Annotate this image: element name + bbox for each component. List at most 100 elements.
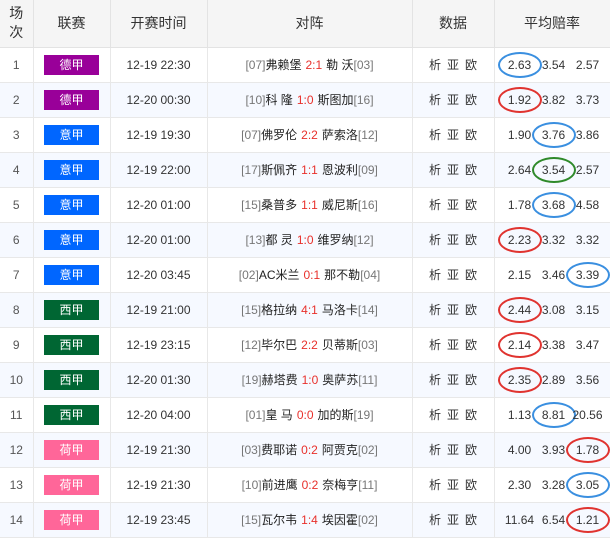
away-team[interactable]: 奈梅亨 (322, 478, 358, 492)
home-team[interactable]: 桑普多 (261, 198, 297, 212)
match-score[interactable]: 2:2 (301, 338, 318, 352)
home-team[interactable]: 都 灵 (265, 233, 292, 247)
away-team[interactable]: 奥萨苏 (322, 373, 358, 387)
away-team[interactable]: 加的斯 (318, 408, 354, 422)
league-badge[interactable]: 意甲 (44, 229, 99, 250)
asian-odds-link[interactable]: 亚 (447, 268, 459, 282)
asian-odds-link[interactable]: 亚 (447, 163, 459, 177)
euro-odds-link[interactable]: 欧 (465, 268, 477, 282)
euro-odds-link[interactable]: 欧 (465, 233, 477, 247)
asian-odds-link[interactable]: 亚 (447, 408, 459, 422)
home-team[interactable]: 科 隆 (265, 93, 292, 107)
analysis-link[interactable]: 析 (429, 373, 441, 387)
match-score[interactable]: 1:0 (302, 373, 319, 387)
euro-odds-link[interactable]: 欧 (465, 373, 477, 387)
data-links: 析亚欧 (412, 362, 495, 398)
home-team[interactable]: 费耶诺 (261, 443, 297, 457)
match-score[interactable]: 0:2 (301, 443, 318, 457)
league-badge[interactable]: 意甲 (44, 124, 99, 145)
euro-odds-link[interactable]: 欧 (465, 408, 477, 422)
asian-odds-link[interactable]: 亚 (447, 303, 459, 317)
league-badge[interactable]: 意甲 (44, 194, 99, 215)
away-team[interactable]: 萨索洛 (322, 128, 358, 142)
league-badge[interactable]: 荷甲 (44, 509, 99, 530)
match-score[interactable]: 2:2 (301, 128, 318, 142)
match-score[interactable]: 0:0 (297, 408, 314, 422)
asian-odds-link[interactable]: 亚 (447, 478, 459, 492)
match-score[interactable]: 0:2 (302, 478, 319, 492)
euro-odds-link[interactable]: 欧 (465, 163, 477, 177)
home-team[interactable]: 赫塔费 (262, 373, 298, 387)
home-team[interactable]: 弗赖堡 (265, 58, 301, 72)
league-badge[interactable]: 意甲 (44, 264, 99, 285)
home-team[interactable]: 斯佩齐 (261, 163, 297, 177)
euro-odds-link[interactable]: 欧 (465, 478, 477, 492)
analysis-link[interactable]: 析 (429, 128, 441, 142)
match-score[interactable]: 1:0 (297, 93, 314, 107)
start-time: 12-20 03:45 (110, 257, 208, 293)
analysis-link[interactable]: 析 (429, 513, 441, 527)
league-badge[interactable]: 西甲 (44, 369, 99, 390)
match-score[interactable]: 1:0 (297, 233, 314, 247)
analysis-link[interactable]: 析 (429, 93, 441, 107)
home-team[interactable]: 前进鹰 (262, 478, 298, 492)
analysis-link[interactable]: 析 (429, 303, 441, 317)
analysis-link[interactable]: 析 (429, 198, 441, 212)
asian-odds-link[interactable]: 亚 (447, 128, 459, 142)
home-team[interactable]: 格拉纳 (261, 303, 297, 317)
asian-odds-link[interactable]: 亚 (447, 513, 459, 527)
league-badge[interactable]: 西甲 (44, 299, 99, 320)
analysis-link[interactable]: 析 (429, 338, 441, 352)
analysis-link[interactable]: 析 (429, 163, 441, 177)
league-badge[interactable]: 西甲 (44, 404, 99, 425)
asian-odds-link[interactable]: 亚 (447, 58, 459, 72)
analysis-link[interactable]: 析 (429, 58, 441, 72)
asian-odds-link[interactable]: 亚 (447, 93, 459, 107)
match-score[interactable]: 1:1 (301, 198, 318, 212)
away-team[interactable]: 斯图加 (318, 93, 354, 107)
asian-odds-link[interactable]: 亚 (447, 198, 459, 212)
euro-odds-link[interactable]: 欧 (465, 128, 477, 142)
match-score[interactable]: 1:1 (301, 163, 318, 177)
euro-odds-link[interactable]: 欧 (465, 93, 477, 107)
away-team[interactable]: 威尼斯 (322, 198, 358, 212)
league-badge[interactable]: 荷甲 (44, 439, 99, 460)
analysis-link[interactable]: 析 (429, 233, 441, 247)
analysis-link[interactable]: 析 (429, 478, 441, 492)
euro-odds-link[interactable]: 欧 (465, 303, 477, 317)
analysis-link[interactable]: 析 (429, 268, 441, 282)
euro-odds-link[interactable]: 欧 (465, 443, 477, 457)
home-team[interactable]: 瓦尔韦 (261, 513, 297, 527)
away-team[interactable]: 勒 沃 (326, 58, 353, 72)
asian-odds-link[interactable]: 亚 (447, 233, 459, 247)
euro-odds-link[interactable]: 欧 (465, 338, 477, 352)
away-team[interactable]: 那不勒 (324, 268, 360, 282)
home-team[interactable]: AC米兰 (259, 268, 300, 282)
match-score[interactable]: 4:1 (301, 303, 318, 317)
home-team[interactable]: 皇 马 (265, 408, 292, 422)
league-badge[interactable]: 德甲 (44, 89, 99, 110)
match-score[interactable]: 2:1 (305, 58, 322, 72)
match-score[interactable]: 0:1 (303, 268, 320, 282)
league-badge[interactable]: 德甲 (44, 54, 99, 75)
asian-odds-link[interactable]: 亚 (447, 373, 459, 387)
euro-odds-link[interactable]: 欧 (465, 58, 477, 72)
match-score[interactable]: 1:4 (301, 513, 318, 527)
away-team[interactable]: 贝蒂斯 (322, 338, 358, 352)
analysis-link[interactable]: 析 (429, 408, 441, 422)
league-badge[interactable]: 荷甲 (44, 474, 99, 495)
home-team[interactable]: 毕尔巴 (261, 338, 297, 352)
away-team[interactable]: 恩波利 (322, 163, 358, 177)
asian-odds-link[interactable]: 亚 (447, 338, 459, 352)
home-team[interactable]: 佛罗伦 (261, 128, 297, 142)
away-team[interactable]: 埃因霍 (322, 513, 358, 527)
euro-odds-link[interactable]: 欧 (465, 198, 477, 212)
league-badge[interactable]: 意甲 (44, 159, 99, 180)
league-badge[interactable]: 西甲 (44, 334, 99, 355)
asian-odds-link[interactable]: 亚 (447, 443, 459, 457)
away-team[interactable]: 维罗纳 (318, 233, 354, 247)
away-team[interactable]: 马洛卡 (322, 303, 358, 317)
analysis-link[interactable]: 析 (429, 443, 441, 457)
euro-odds-link[interactable]: 欧 (465, 513, 477, 527)
away-team[interactable]: 阿贾克 (322, 443, 358, 457)
